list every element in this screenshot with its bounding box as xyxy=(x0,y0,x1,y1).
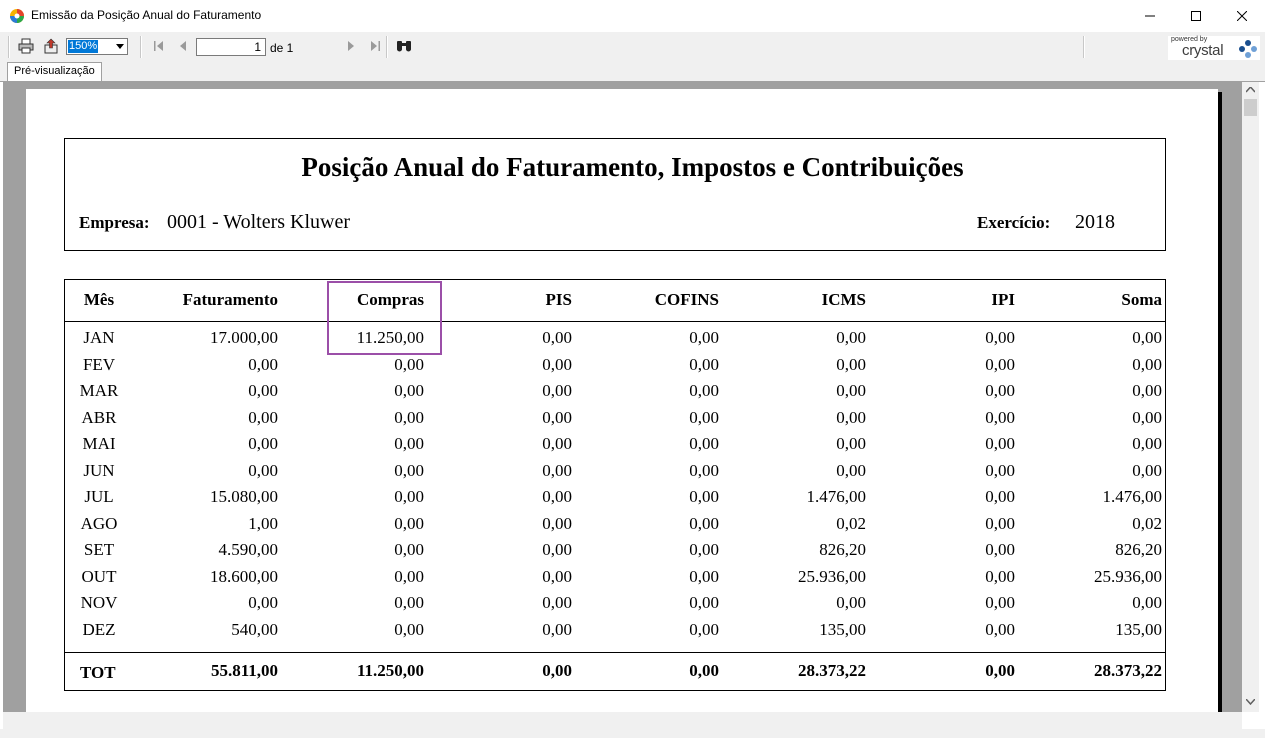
toolbar: 150% 1 de 1 xyxy=(0,32,1265,62)
binoculars-icon xyxy=(397,41,411,52)
table-cell-soma: 0,02 xyxy=(1132,513,1162,533)
table-cell-soma: 826,20 xyxy=(1115,540,1162,559)
close-icon xyxy=(1237,11,1247,21)
table-cell-soma: 0,00 xyxy=(1132,460,1162,480)
export-button[interactable] xyxy=(42,37,60,55)
table-cell-soma: 0,00 xyxy=(1132,407,1162,427)
table-header-divider xyxy=(64,321,1166,322)
toolbar-separator xyxy=(386,36,388,58)
table-cell-soma: 0,00 xyxy=(1132,434,1162,453)
toolbar-separator xyxy=(140,36,142,58)
toolbar-separator xyxy=(8,36,10,58)
table-cell-soma: 135,00 xyxy=(1115,619,1162,639)
previous-page-icon xyxy=(180,41,186,51)
table-cell-soma: 0,00 xyxy=(1132,593,1162,612)
page-total-label: de 1 xyxy=(270,41,294,55)
empresa-value: 0001 - Wolters Kluwer xyxy=(167,211,350,233)
chevron-down-icon[interactable] xyxy=(112,39,127,54)
toolbar-separator xyxy=(1083,36,1085,58)
scroll-down-icon[interactable] xyxy=(1246,699,1255,705)
report-title: Posição Anual do Faturamento, Impostos e… xyxy=(301,152,964,182)
compras-highlight-box xyxy=(327,281,442,355)
first-page-button[interactable] xyxy=(150,37,168,55)
total-cell-soma: 28.373,22 xyxy=(1094,661,1162,680)
first-page-icon xyxy=(154,41,163,51)
horizontal-scrollbar[interactable] xyxy=(3,712,1242,729)
title-bar: Emissão da Posição Anual do Faturamento xyxy=(0,0,1265,33)
scroll-up-icon[interactable] xyxy=(1246,87,1255,93)
print-button[interactable] xyxy=(17,37,35,55)
vertical-scrollbar[interactable] xyxy=(1242,82,1259,712)
table-cell-soma: 0,00 xyxy=(1132,328,1162,347)
next-page-icon xyxy=(348,41,354,51)
exercicio-label: Exercício: xyxy=(977,213,1051,232)
export-icon xyxy=(44,38,58,54)
vertical-scroll-thumb[interactable] xyxy=(1244,99,1257,116)
crystal-logo-icon xyxy=(1239,40,1257,58)
zoom-value: 150% xyxy=(68,40,99,53)
previous-page-button[interactable] xyxy=(174,37,192,55)
column-header-soma: Soma xyxy=(1121,290,1162,309)
last-page-icon xyxy=(371,41,380,51)
printer-icon xyxy=(18,38,34,54)
page-number-input[interactable]: 1 xyxy=(196,38,266,56)
table-cell-soma: 1.476,00 xyxy=(1102,487,1163,506)
close-button[interactable] xyxy=(1219,0,1265,32)
window-title: Emissão da Posição Anual do Faturamento xyxy=(31,8,262,22)
crystal-logo: powered by crystal xyxy=(1168,36,1260,60)
minimize-button[interactable] xyxy=(1127,0,1173,32)
zoom-select[interactable]: 150% xyxy=(66,38,128,55)
next-page-button[interactable] xyxy=(342,37,360,55)
tab-preview[interactable]: Pré-visualização xyxy=(7,62,102,81)
maximize-icon xyxy=(1191,11,1201,21)
table-cell-soma: 25.936,00 xyxy=(1094,566,1162,586)
last-page-button[interactable] xyxy=(366,37,384,55)
crystal-brand-text: crystal xyxy=(1182,42,1224,59)
table-total-divider xyxy=(64,652,1166,653)
table-cell-soma: 0,00 xyxy=(1132,381,1162,400)
minimize-icon xyxy=(1145,15,1155,17)
maximize-button[interactable] xyxy=(1173,0,1219,32)
status-bar xyxy=(0,729,1265,738)
tab-strip: Pré-visualização xyxy=(0,62,1265,82)
search-button[interactable] xyxy=(395,37,413,55)
table-cell-soma: 0,00 xyxy=(1132,354,1162,374)
empresa-label: Empresa: xyxy=(79,213,150,232)
app-icon xyxy=(10,9,24,23)
exercicio-value: 2018 xyxy=(1075,211,1115,233)
